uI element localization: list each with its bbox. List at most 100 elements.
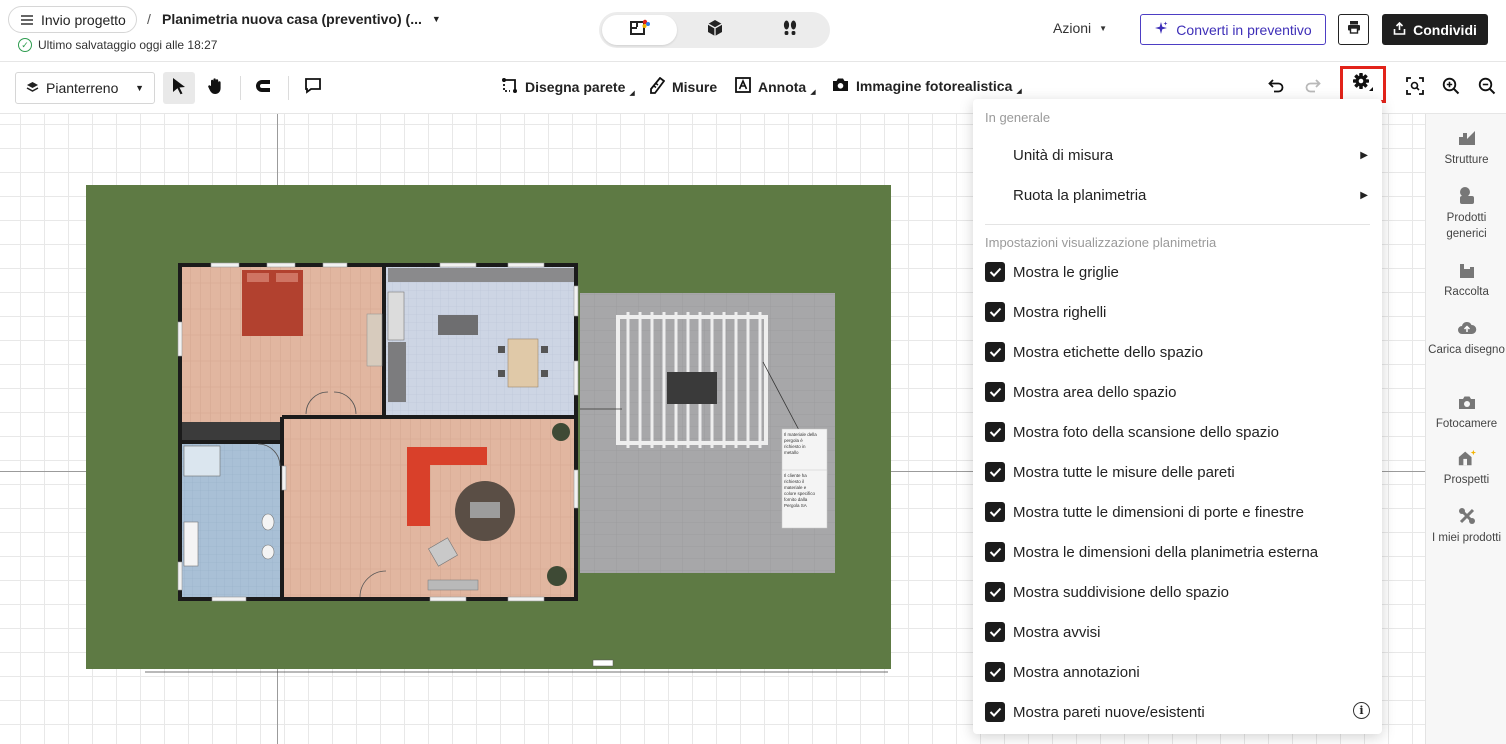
magnet-snap-button[interactable] xyxy=(248,72,280,104)
option-show-external-dimensions[interactable]: Mostra le dimensioni della planimetria e… xyxy=(985,541,1370,563)
rail-item-upload-drawing[interactable]: Carica disegno xyxy=(1426,318,1506,358)
rail-item-collection[interactable]: Raccolta xyxy=(1426,260,1506,300)
settings-dropdown-menu: In generale Unità di misura ▶ Ruota la p… xyxy=(973,99,1382,734)
printer-icon xyxy=(1347,20,1361,39)
draw-wall-tool[interactable]: Disegna parete ◢ xyxy=(501,77,635,97)
rail-label: Prodotti generici xyxy=(1446,212,1487,240)
checkbox-checked-icon[interactable] xyxy=(985,502,1005,522)
my-products-icon xyxy=(1457,506,1477,526)
zoom-out-button[interactable] xyxy=(1471,72,1503,104)
checkbox-checked-icon[interactable] xyxy=(985,262,1005,282)
checkbox-checked-icon[interactable] xyxy=(985,622,1005,642)
rail-label: Prospetti xyxy=(1443,474,1490,486)
tv-console xyxy=(427,579,479,591)
option-show-wall-measures[interactable]: Mostra tutte le misure delle pareti xyxy=(985,461,1370,483)
hallway-strip xyxy=(180,422,282,440)
hand-icon xyxy=(206,77,224,100)
view-3d-button[interactable] xyxy=(677,15,752,45)
option-show-warnings[interactable]: Mostra avvisi xyxy=(985,621,1370,643)
annotate-icon xyxy=(735,77,751,96)
menu-item-label: Ruota la planimetria xyxy=(1013,187,1147,204)
measures-label: Misure xyxy=(672,79,718,95)
draw-wall-icon xyxy=(501,77,518,97)
rail-item-generic-products[interactable]: Prodotti generici xyxy=(1426,186,1506,242)
menu-item-label: Unità di misura xyxy=(1013,147,1114,164)
note-line: fornito dalla xyxy=(784,497,808,502)
option-show-grid[interactable]: Mostra le griglie xyxy=(985,261,1370,283)
settings-button[interactable] xyxy=(1340,66,1386,103)
print-button[interactable] xyxy=(1338,14,1369,45)
info-icon[interactable]: i xyxy=(1353,702,1370,719)
rail-label: Raccolta xyxy=(1444,286,1489,298)
pan-tool-button[interactable] xyxy=(199,72,231,104)
rail-item-cameras[interactable]: Fotocamere xyxy=(1426,392,1506,432)
convert-to-quote-button[interactable]: Converti in preventivo xyxy=(1140,14,1326,45)
kitchen-counter xyxy=(388,268,574,282)
rail-item-my-products[interactable]: I miei prodotti xyxy=(1426,506,1506,546)
toolbar-divider xyxy=(288,76,289,100)
chevron-right-icon: ▶ xyxy=(1360,190,1368,201)
tall-cabinet xyxy=(388,342,406,402)
menu-item-rotate-plan[interactable]: Ruota la planimetria ▶ xyxy=(1013,187,1368,204)
floor-selector[interactable]: Pianterreno ▼ xyxy=(15,72,155,104)
note-line: colore specifico xyxy=(784,491,816,496)
3d-box-icon xyxy=(706,19,724,42)
select-tool-button[interactable] xyxy=(163,72,195,104)
undo-icon xyxy=(1267,78,1285,98)
fit-to-screen-button[interactable] xyxy=(1399,72,1431,104)
checkbox-checked-icon[interactable] xyxy=(985,302,1005,322)
option-show-space-labels[interactable]: Mostra etichette dello spazio xyxy=(985,341,1370,363)
caret-down-icon: ▼ xyxy=(431,14,441,24)
actions-menu[interactable]: Azioni ▼ xyxy=(1053,20,1107,36)
elevations-icon xyxy=(1457,448,1477,468)
rail-item-elevations[interactable]: Prospetti xyxy=(1426,448,1506,488)
checkbox-checked-icon[interactable] xyxy=(985,542,1005,562)
share-button[interactable]: Condividi xyxy=(1382,14,1488,45)
project-title-dropdown[interactable]: Planimetria nuova casa (preventivo) (...… xyxy=(162,11,441,27)
option-label: Mostra le dimensioni della planimetria e… xyxy=(1013,543,1319,561)
checkbox-checked-icon[interactable] xyxy=(985,342,1005,362)
walk-footprints-icon xyxy=(781,19,799,42)
kitchen-island xyxy=(438,315,478,335)
rail-item-structures[interactable]: Strutture xyxy=(1426,128,1506,168)
checkbox-checked-icon[interactable] xyxy=(985,662,1005,682)
camera-icon xyxy=(1457,392,1477,412)
view-mode-switch xyxy=(599,12,830,48)
checkbox-checked-icon[interactable] xyxy=(985,382,1005,402)
corner-caret-icon: ◢ xyxy=(629,90,635,97)
zoom-in-button[interactable] xyxy=(1435,72,1467,104)
checkbox-checked-icon[interactable] xyxy=(985,582,1005,602)
option-label: Mostra suddivisione dello spazio xyxy=(1013,583,1229,601)
check-circle-icon: ✓ xyxy=(18,38,32,52)
view-2d-button[interactable] xyxy=(602,15,677,45)
wardrobe xyxy=(366,313,383,367)
option-show-new-existing-walls[interactable]: Mostra pareti nuove/esistenti i xyxy=(985,701,1370,723)
view-walk-button[interactable] xyxy=(752,15,827,45)
menu-item-units[interactable]: Unità di misura ▶ xyxy=(1013,147,1368,164)
dining-table xyxy=(507,338,539,388)
upload-drawing-icon xyxy=(1457,318,1477,338)
annotate-tool[interactable]: Annota ◢ xyxy=(735,77,816,96)
outdoor-table xyxy=(667,372,717,404)
checkbox-checked-icon[interactable] xyxy=(985,702,1005,722)
option-show-space-area[interactable]: Mostra area dello spazio xyxy=(985,381,1370,403)
checkbox-checked-icon[interactable] xyxy=(985,462,1005,482)
save-status: ✓ Ultimo salvataggio oggi alle 18:27 xyxy=(18,38,217,52)
option-show-door-window-dimensions[interactable]: Mostra tutte le dimensioni di porte e fi… xyxy=(985,501,1370,523)
option-show-space-subdivision[interactable]: Mostra suddivisione dello spazio xyxy=(985,581,1370,603)
zoom-out-icon xyxy=(1478,77,1496,100)
checkbox-checked-icon[interactable] xyxy=(985,422,1005,442)
comment-button[interactable] xyxy=(297,72,329,104)
option-show-rulers[interactable]: Mostra righelli xyxy=(985,301,1370,323)
note-line: Il materiale della xyxy=(784,432,817,437)
cursor-arrow-icon xyxy=(171,77,187,100)
measures-tool[interactable]: Misure xyxy=(650,76,718,97)
breadcrumb-separator: / xyxy=(147,11,151,27)
note-line: pergola è xyxy=(784,438,803,443)
back-to-project-button[interactable]: Invio progetto xyxy=(8,6,137,33)
save-status-text: Ultimo salvataggio oggi alle 18:27 xyxy=(38,38,218,52)
option-label: Mostra le griglie xyxy=(1013,263,1119,281)
option-show-scan-photos[interactable]: Mostra foto della scansione dello spazio xyxy=(985,421,1370,443)
option-show-annotations[interactable]: Mostra annotazioni xyxy=(985,661,1370,683)
photorealistic-image-tool[interactable]: Immagine fotorealistica ◢ xyxy=(832,77,1022,95)
